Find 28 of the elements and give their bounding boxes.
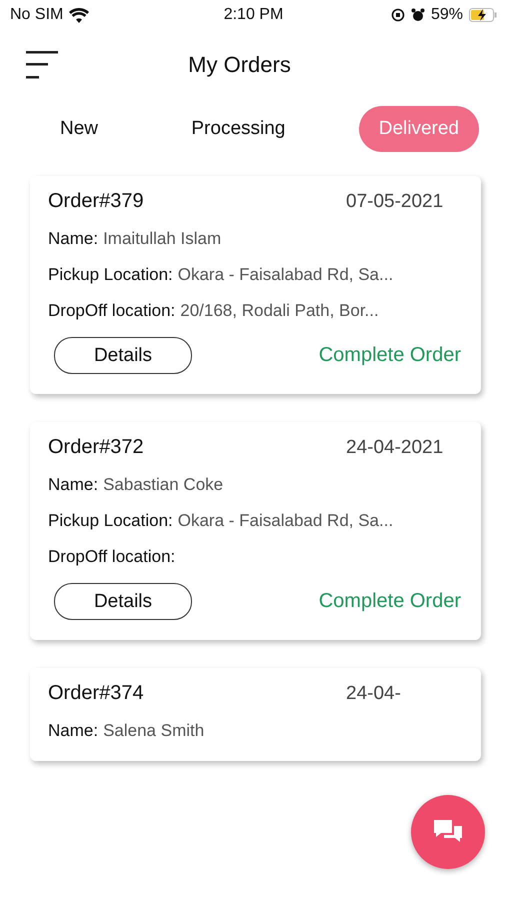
details-button[interactable]: Details [54, 583, 192, 620]
carrier-text: No SIM [10, 6, 64, 24]
wifi-icon [69, 8, 90, 22]
complete-order-button[interactable]: Complete Order [318, 590, 461, 613]
order-field: DropOff location: [48, 547, 461, 567]
lock-rotation-icon [390, 8, 405, 22]
order-field: Pickup Location: Okara - Faisalabad Rd, Sa... [48, 265, 461, 285]
order-number: Order#372 [48, 436, 144, 459]
clock-text: 2:10 PM [224, 6, 284, 24]
order-field: Name: Imaitullah Islam [48, 229, 461, 249]
page-title: My Orders [187, 52, 292, 78]
order-field: Name: Sabastian Coke [48, 475, 461, 495]
order-field: DropOff location: 20/168, Rodali Path, Bor... [48, 301, 461, 321]
battery-text: 59% [430, 6, 463, 24]
complete-order-button[interactable]: Complete Order [318, 344, 461, 367]
order-field: Pickup Location: Okara - Faisalabad Rd, Sa... [48, 511, 461, 531]
order-number: Order#374 [48, 682, 144, 705]
order-date: 24-04-2021 [346, 436, 444, 458]
order-date: 07-05-2021 [346, 190, 444, 212]
order-number: Order#379 [48, 190, 144, 213]
chat-button[interactable] [411, 795, 485, 869]
order-tab[interactable]: New [40, 106, 118, 152]
order-field: Name: Salena Smith [48, 721, 461, 741]
menu-icon[interactable] [26, 51, 58, 79]
order-date: 24-04- [346, 682, 402, 704]
battery-icon [469, 8, 497, 22]
order-tab[interactable]: Processing [171, 106, 306, 152]
details-button[interactable]: Details [54, 337, 192, 374]
